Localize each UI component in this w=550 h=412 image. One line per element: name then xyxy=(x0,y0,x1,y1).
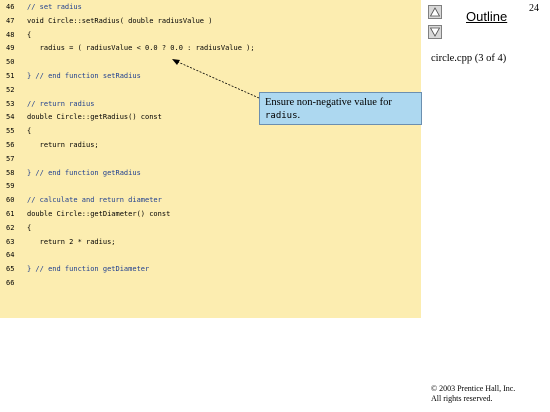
code-line: 56 return radius; xyxy=(0,138,421,152)
code-text: radius = ( radiusValue < 0.0 ? 0.0 : rad… xyxy=(27,44,255,53)
code-line: 63 return 2 * radius; xyxy=(0,235,421,249)
code-text: double Circle::getRadius() const xyxy=(27,113,162,122)
code-text: { xyxy=(27,127,32,136)
next-slide-button[interactable] xyxy=(428,25,442,39)
line-number: 56 xyxy=(6,141,15,149)
code-line: 59 xyxy=(0,179,421,193)
line-number: 58 xyxy=(6,168,15,177)
code-text: } // end function getDiameter xyxy=(27,265,150,274)
code-line: 62 { xyxy=(0,221,421,235)
callout-text: Ensure non-negative value for xyxy=(265,97,392,108)
code-line: 50 xyxy=(0,55,421,69)
code-text: void Circle::setRadius( double radiusVal… xyxy=(27,16,213,25)
line-number: 50 xyxy=(6,58,15,67)
line-number: 51 xyxy=(6,72,15,80)
copyright-line: © 2003 Prentice Hall, Inc. xyxy=(431,384,516,393)
triangle-up-icon xyxy=(429,7,441,17)
callout-code: radius xyxy=(265,111,298,121)
line-number: 66 xyxy=(6,279,15,287)
code-line: 47 void Circle::setRadius( double radiusV… xyxy=(0,14,421,28)
code-line: 46 // set radius xyxy=(0,0,421,14)
copyright-notice: © 2003 Prentice Hall, Inc. All rights re… xyxy=(431,384,515,404)
code-line: 61 double Circle::getDiameter() const xyxy=(0,207,421,221)
code-text: { xyxy=(27,223,32,232)
code-line: 64 xyxy=(0,248,421,262)
line-number: 46 xyxy=(6,3,15,11)
line-number: 65 xyxy=(6,265,15,274)
previous-slide-button[interactable] xyxy=(428,5,442,19)
code-line: 57 xyxy=(0,152,421,166)
code-text: { xyxy=(27,30,32,39)
page-number: 24 xyxy=(529,3,539,14)
line-number: 55 xyxy=(6,127,15,136)
line-number: 62 xyxy=(6,223,15,232)
code-text: double Circle::getDiameter() const xyxy=(27,210,171,218)
code-line: 60 // calculate and return diameter xyxy=(0,193,421,207)
code-text: // set radius xyxy=(27,3,82,11)
code-text: // return radius xyxy=(27,99,95,108)
line-number: 53 xyxy=(6,99,15,108)
file-label: circle.cpp (3 of 4) xyxy=(431,53,507,64)
code-line: 55 { xyxy=(0,124,421,138)
code-line: 66 xyxy=(0,276,421,290)
line-number: 57 xyxy=(6,154,15,163)
line-number: 63 xyxy=(6,237,15,246)
line-number: 59 xyxy=(6,182,15,191)
line-number: 49 xyxy=(6,44,15,53)
code-text: // calculate and return diameter xyxy=(27,196,162,205)
code-line: 51 } // end function setRadius xyxy=(0,69,421,83)
outline-title[interactable]: Outline xyxy=(466,9,507,24)
line-number: 64 xyxy=(6,251,15,260)
triangle-down-icon xyxy=(429,27,441,37)
line-number: 47 xyxy=(6,16,15,25)
line-number: 52 xyxy=(6,85,15,94)
code-text: } // end function getRadius xyxy=(27,168,141,177)
callout-note: Ensure non-negative value for radius. xyxy=(259,92,422,125)
rights-line: All rights reserved. xyxy=(431,394,493,403)
line-number: 60 xyxy=(6,196,15,205)
callout-period: . xyxy=(297,110,301,121)
code-text: return radius; xyxy=(27,141,99,149)
code-text: } // end function setRadius xyxy=(27,72,141,80)
code-line: 48 { xyxy=(0,28,421,42)
line-number: 48 xyxy=(6,30,15,39)
code-line: 58 } // end function getRadius xyxy=(0,166,421,180)
code-line: 65 } // end function getDiameter xyxy=(0,262,421,276)
line-number: 54 xyxy=(6,113,15,122)
code-text: return 2 * radius; xyxy=(27,237,116,246)
code-line: 49 radius = ( radiusValue < 0.0 ? 0.0 : … xyxy=(0,41,421,55)
line-number: 61 xyxy=(6,210,15,218)
